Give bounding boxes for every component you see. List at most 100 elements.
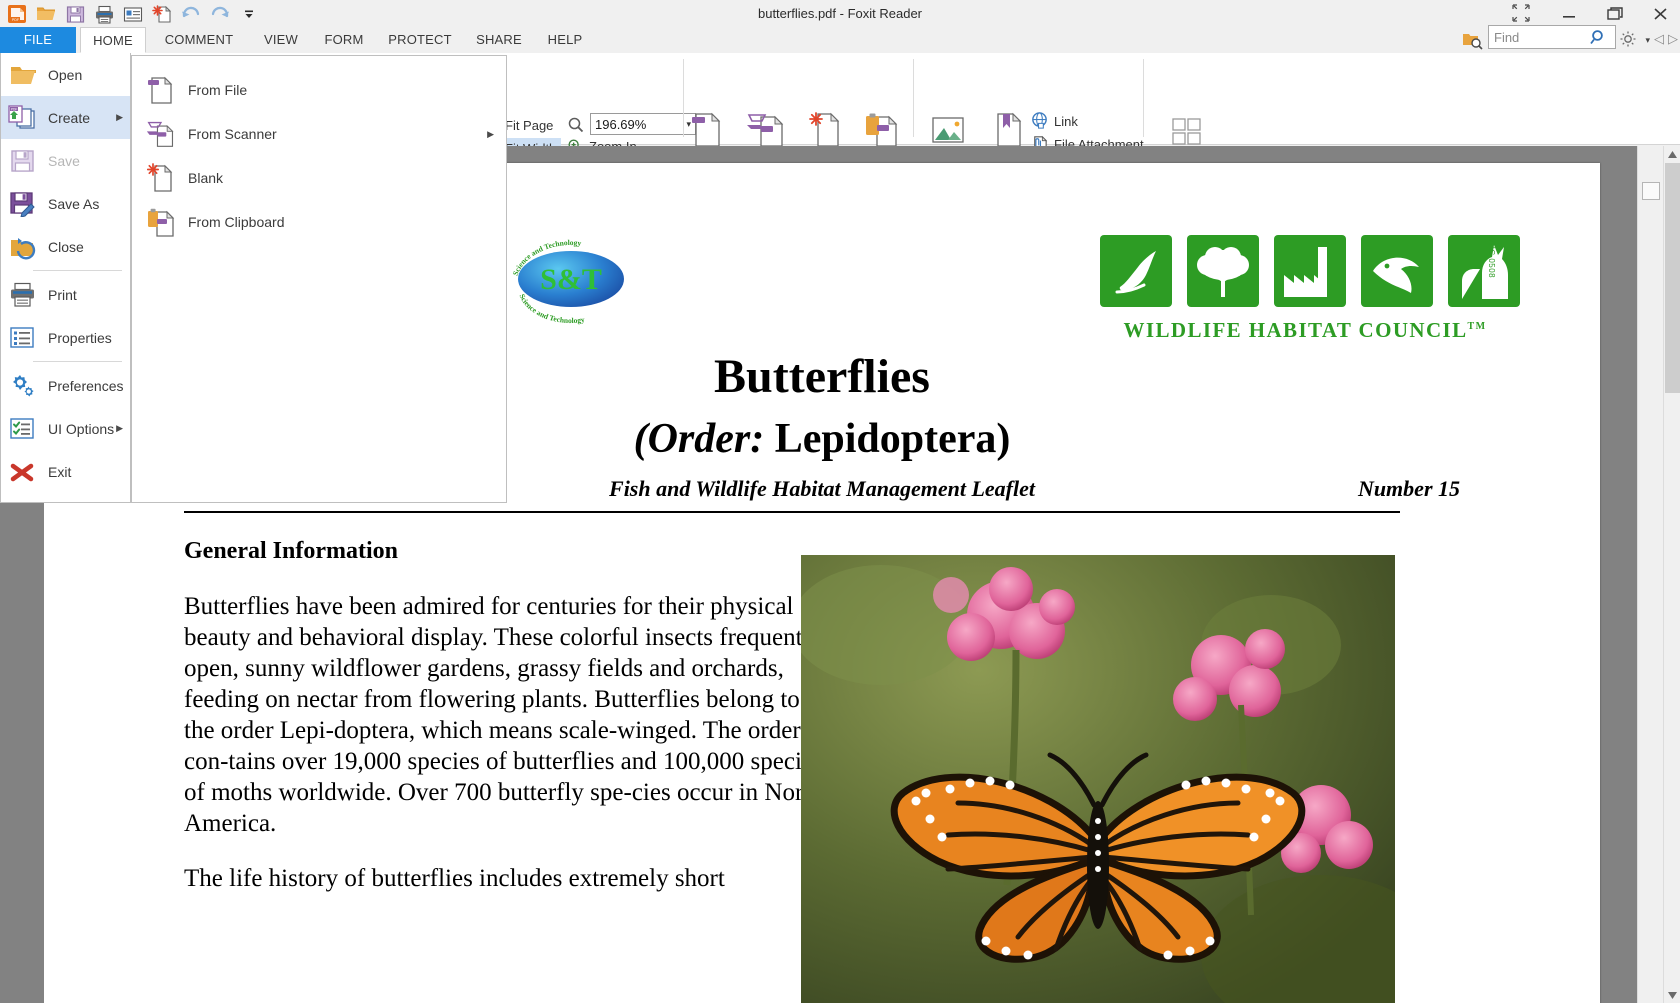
tab-file[interactable]: FILE bbox=[0, 27, 76, 53]
whc-caption: WILDLIFE HABITAT COUNCILTM bbox=[1090, 318, 1520, 343]
create-pdf-icon: PDF bbox=[8, 103, 38, 133]
create-from-clipboard-icon bbox=[848, 109, 916, 149]
properties-icon bbox=[8, 323, 38, 353]
search-in-folder-icon[interactable] bbox=[1462, 30, 1484, 50]
section-heading: General Information bbox=[184, 538, 398, 564]
file-menu-item-ui-options[interactable]: UI Options ▶ bbox=[1, 407, 130, 450]
link-icon bbox=[1030, 111, 1049, 133]
foxit-logo-icon[interactable]: PDF bbox=[4, 2, 30, 26]
tab-share[interactable]: SHARE bbox=[466, 27, 532, 53]
create-from-file-icon bbox=[146, 75, 176, 105]
file-menu-item-preferences[interactable]: Preferences bbox=[1, 364, 130, 407]
zoom-level-value: 196.69% bbox=[595, 116, 647, 132]
open-icon[interactable] bbox=[33, 2, 59, 26]
printer-icon bbox=[8, 280, 38, 310]
insert-link-button[interactable]: Link bbox=[1030, 111, 1078, 133]
settings-caret-icon[interactable]: ▾ bbox=[1645, 35, 1650, 46]
file-menu-label-print: Print bbox=[48, 286, 77, 303]
customize-quick-access-icon[interactable] bbox=[236, 2, 262, 26]
create-submenu-item-from-file[interactable]: From File bbox=[132, 68, 506, 112]
close-button[interactable] bbox=[1646, 0, 1676, 27]
whc-vertical-code: WHC 0508 bbox=[1487, 235, 1496, 279]
fit-page-button[interactable]: Fit Page bbox=[500, 115, 558, 136]
file-menu-item-save[interactable]: Save bbox=[1, 139, 130, 182]
tab-comment[interactable]: COMMENT bbox=[150, 27, 248, 53]
file-menu-panel[interactable]: Open PDF Create ▶ Save Save As Close Pri… bbox=[0, 53, 131, 503]
previous-page-button[interactable]: ◁ bbox=[1654, 31, 1664, 47]
email-icon[interactable] bbox=[120, 2, 146, 26]
file-menu-label-close: Close bbox=[48, 238, 84, 255]
next-page-button[interactable]: ▷ bbox=[1668, 31, 1678, 47]
foxit-reader-window: butterflies.pdf - Foxit Reader PDF FILE … bbox=[0, 0, 1680, 1003]
print-icon[interactable] bbox=[91, 2, 117, 26]
page-subtitle-name: Lepidoptera) bbox=[774, 416, 1011, 462]
file-menu-label-save-as: Save As bbox=[48, 195, 100, 212]
tab-help[interactable]: HELP bbox=[536, 27, 594, 53]
minimize-button[interactable] bbox=[1554, 0, 1584, 27]
create-submenu-panel[interactable]: From File From Scanner ▶ Blank From Clip… bbox=[131, 55, 507, 503]
maximize-button[interactable] bbox=[1600, 0, 1630, 27]
restore-layout-icon[interactable] bbox=[1508, 0, 1538, 27]
right-side-panel[interactable] bbox=[1637, 146, 1663, 1003]
body-text: Butterflies have been admired for centur… bbox=[184, 591, 824, 918]
whc-tile-fish bbox=[1361, 235, 1433, 307]
save-icon[interactable] bbox=[62, 2, 88, 26]
new-from-clipboard-icon[interactable] bbox=[149, 2, 175, 26]
file-menu-item-open[interactable]: Open bbox=[1, 53, 130, 96]
file-menu-item-create[interactable]: PDF Create ▶ bbox=[1, 96, 130, 139]
search-icon[interactable] bbox=[1589, 28, 1609, 46]
chevron-right-icon[interactable]: ▶ bbox=[116, 423, 123, 434]
chevron-right-icon[interactable]: ▶ bbox=[487, 129, 494, 140]
file-menu-item-save-as[interactable]: Save As bbox=[1, 182, 130, 225]
arrange-icon bbox=[1152, 109, 1222, 149]
find-input-wrap[interactable] bbox=[1488, 25, 1616, 49]
svg-text:PDF: PDF bbox=[11, 107, 17, 111]
create-blank-icon bbox=[146, 163, 176, 193]
create-submenu-item-from-scanner[interactable]: From Scanner ▶ bbox=[132, 112, 506, 156]
create-submenu-item-blank[interactable]: Blank bbox=[132, 156, 506, 200]
quick-access-toolbar: PDF bbox=[4, 1, 262, 27]
create-from-clipboard-icon bbox=[146, 207, 176, 237]
ribbon-divider bbox=[913, 59, 914, 137]
butterfly-photo bbox=[801, 555, 1395, 1003]
file-menu-label-preferences: Preferences bbox=[48, 377, 124, 394]
file-menu-item-close[interactable]: Close bbox=[1, 225, 130, 268]
scrollbar-thumb[interactable] bbox=[1665, 163, 1680, 393]
open-folder-icon bbox=[8, 60, 38, 90]
image-icon bbox=[920, 109, 976, 149]
close-folder-icon bbox=[8, 232, 38, 262]
magnifier-icon[interactable] bbox=[566, 115, 586, 135]
file-menu-item-print[interactable]: Print bbox=[1, 273, 130, 316]
whc-tile-bird bbox=[1100, 235, 1172, 307]
title-bar: butterflies.pdf - Foxit Reader PDF bbox=[0, 0, 1680, 27]
chevron-right-icon[interactable]: ▶ bbox=[116, 112, 123, 123]
file-menu-item-properties[interactable]: Properties bbox=[1, 316, 130, 359]
undo-icon[interactable] bbox=[178, 2, 204, 26]
file-menu-divider bbox=[33, 270, 122, 271]
scroll-up-button[interactable] bbox=[1665, 146, 1680, 162]
create-blank-icon bbox=[797, 109, 853, 149]
create-from-file-icon bbox=[679, 109, 735, 149]
page-thumbnail-button[interactable] bbox=[1642, 182, 1660, 200]
vertical-scrollbar[interactable] bbox=[1663, 146, 1680, 1003]
tab-form[interactable]: FORM bbox=[314, 27, 374, 53]
file-menu-item-exit[interactable]: Exit bbox=[1, 450, 130, 493]
gear-icon[interactable] bbox=[1618, 29, 1638, 51]
tab-view[interactable]: VIEW bbox=[252, 27, 310, 53]
header-rule bbox=[184, 511, 1400, 513]
search-input[interactable] bbox=[1489, 27, 1589, 47]
create-submenu-label-from-scanner: From Scanner bbox=[188, 126, 277, 142]
redo-icon[interactable] bbox=[207, 2, 233, 26]
ui-options-icon bbox=[8, 414, 38, 444]
tab-protect[interactable]: PROTECT bbox=[378, 27, 462, 53]
svg-text:S&T: S&T bbox=[540, 263, 602, 296]
page-subtitle-order: (Order: bbox=[633, 416, 765, 462]
tab-home[interactable]: HOME bbox=[80, 27, 146, 53]
exit-icon bbox=[8, 457, 38, 487]
sat-logo-text: Science and Technology Science and Techn… bbox=[511, 238, 602, 325]
ribbon-tab-strip: FILE HOME COMMENT VIEW FORM PROTECT SHAR… bbox=[0, 25, 1680, 53]
scroll-down-button[interactable] bbox=[1665, 987, 1680, 1003]
create-from-scanner-icon bbox=[734, 109, 798, 149]
create-submenu-item-from-clipboard[interactable]: From Clipboard bbox=[132, 200, 506, 244]
paragraph-2: The life history of butterflies includes… bbox=[184, 865, 725, 892]
